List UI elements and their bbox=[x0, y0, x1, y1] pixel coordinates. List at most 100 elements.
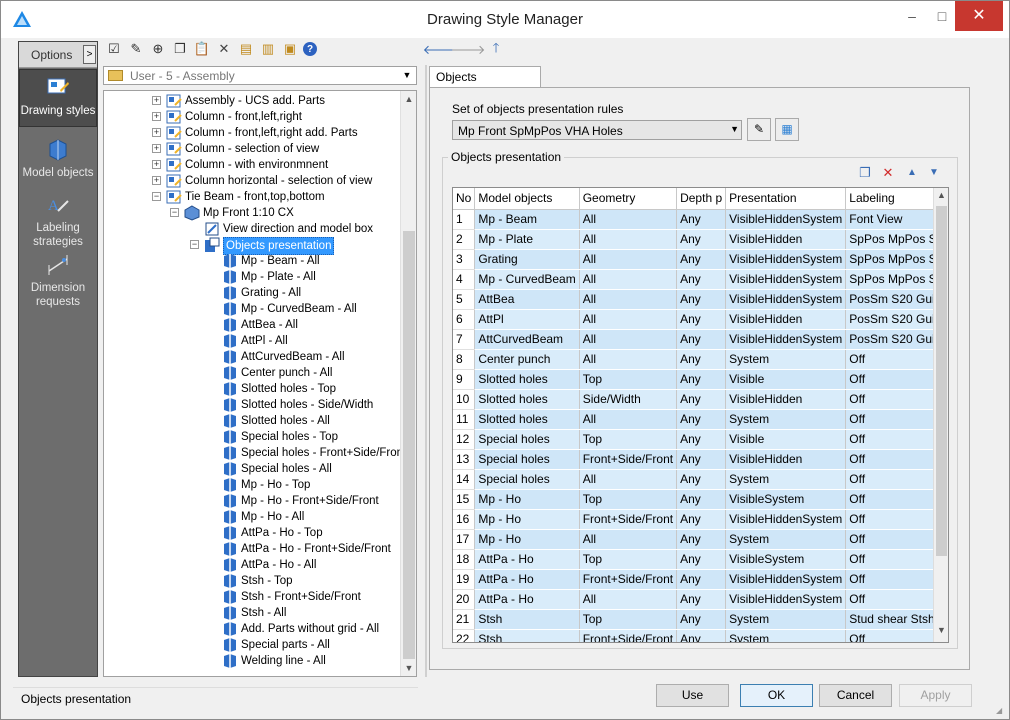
cell-geometry[interactable]: Side/Width bbox=[579, 389, 678, 410]
cell-geometry[interactable]: Front+Side/Front bbox=[579, 629, 678, 642]
tree-node[interactable]: − Tie Beam - front,top,bottom bbox=[104, 189, 400, 205]
cell-model-object[interactable]: Mp - Ho bbox=[474, 529, 580, 550]
cell-model-object[interactable]: Mp - Beam bbox=[474, 209, 580, 230]
cell-geometry[interactable]: Front+Side/Front bbox=[579, 509, 678, 530]
cell-geometry[interactable]: All bbox=[579, 209, 678, 230]
cell-presentation[interactable]: VisibleHiddenSystem bbox=[725, 329, 847, 350]
cell-geometry[interactable]: All bbox=[579, 309, 678, 330]
edit-rules-button[interactable]: ✎ bbox=[747, 118, 771, 141]
cell-no[interactable]: 14 bbox=[453, 469, 476, 490]
cell-presentation[interactable]: VisibleHiddenSystem bbox=[725, 269, 847, 290]
cell-presentation[interactable]: VisibleHidden bbox=[725, 229, 847, 250]
column-header-no[interactable]: No bbox=[453, 188, 476, 210]
cell-depth[interactable]: Any bbox=[676, 389, 727, 410]
cell-model-object[interactable]: Mp - Plate bbox=[474, 229, 580, 250]
presentation-grid[interactable]: No Model objects Geometry Depth p Presen… bbox=[452, 187, 949, 643]
cell-geometry[interactable]: Top bbox=[579, 609, 678, 630]
table-row[interactable]: 2 Mp - Plate All Any VisibleHidden SpPos MpPo… bbox=[453, 229, 948, 250]
cell-model-object[interactable]: AttPl bbox=[474, 309, 580, 330]
styles-tree[interactable]: + Assembly - UCS add. Parts + Column - fron… bbox=[103, 90, 417, 677]
cell-geometry[interactable]: All bbox=[579, 469, 678, 490]
tree-node[interactable]: Mp - Ho - Front+Side/Front bbox=[104, 493, 400, 509]
edit-icon[interactable]: ✎ bbox=[127, 40, 145, 58]
tree-node[interactable]: + Column - with environmnent bbox=[104, 157, 400, 173]
cell-depth[interactable]: Any bbox=[676, 609, 727, 630]
up-arrow-icon[interactable]: 🡑 bbox=[487, 40, 505, 59]
cell-model-object[interactable]: Special holes bbox=[474, 449, 580, 470]
table-row[interactable]: 16 Mp - Ho Front+Side/Front Any VisibleHidde… bbox=[453, 509, 948, 530]
cell-model-object[interactable]: AttPa - Ho bbox=[474, 549, 580, 570]
tree-node[interactable]: Stsh - All bbox=[104, 605, 400, 621]
tree-node[interactable]: Mp - Ho - Top bbox=[104, 477, 400, 493]
cell-depth[interactable]: Any bbox=[676, 549, 727, 570]
back-arrow-icon[interactable]: 🡐 bbox=[423, 41, 458, 59]
cell-presentation[interactable]: System bbox=[725, 469, 847, 490]
cell-geometry[interactable]: Front+Side/Front bbox=[579, 569, 678, 590]
cell-presentation[interactable]: Visible bbox=[725, 429, 847, 450]
cell-model-object[interactable]: Grating bbox=[474, 249, 580, 270]
table-row[interactable]: 4 Mp - CurvedBeam All Any VisibleHiddenSyste… bbox=[453, 269, 948, 290]
cell-no[interactable]: 21 bbox=[453, 609, 476, 630]
tab-objects-presentation[interactable]: Objects presentation bbox=[429, 66, 541, 104]
tree-node[interactable]: Add. Parts without grid - All bbox=[104, 621, 400, 637]
tree-node[interactable]: Special parts - All bbox=[104, 637, 400, 653]
cell-geometry[interactable]: All bbox=[579, 329, 678, 350]
move-up-icon[interactable]: ▲ bbox=[903, 165, 921, 181]
tree-node[interactable]: + Column horizontal - selection of view bbox=[104, 173, 400, 189]
cell-no[interactable]: 18 bbox=[453, 549, 476, 570]
cell-geometry[interactable]: Front+Side/Front bbox=[579, 449, 678, 470]
table-row[interactable]: 13 Special holes Front+Side/Front Any Visibl… bbox=[453, 449, 948, 470]
tree-node[interactable]: Slotted holes - Side/Width bbox=[104, 397, 400, 413]
cell-depth[interactable]: Any bbox=[676, 489, 727, 510]
cell-depth[interactable]: Any bbox=[676, 249, 727, 270]
column-header-depth[interactable]: Depth p bbox=[676, 188, 727, 210]
tree-node[interactable]: Stsh - Top bbox=[104, 573, 400, 589]
cell-no[interactable]: 15 bbox=[453, 489, 476, 510]
minimize-button[interactable]: – bbox=[897, 1, 927, 31]
scroll-down-icon[interactable]: ▼ bbox=[934, 625, 948, 640]
cell-depth[interactable]: Any bbox=[676, 289, 727, 310]
chevron-down-icon[interactable]: ▼ bbox=[400, 69, 414, 82]
table-row[interactable]: 15 Mp - Ho Top Any VisibleSystem Off bbox=[453, 489, 948, 510]
cell-geometry[interactable]: All bbox=[579, 409, 678, 430]
cell-depth[interactable]: Any bbox=[676, 509, 727, 530]
save-icon[interactable]: ▣ bbox=[281, 40, 299, 58]
tree-node[interactable]: − Mp Front 1:10 CX bbox=[104, 205, 400, 221]
cell-presentation[interactable]: VisibleHiddenSystem bbox=[725, 249, 847, 270]
scroll-down-icon[interactable]: ▼ bbox=[401, 660, 416, 676]
cell-presentation[interactable]: VisibleHidden bbox=[725, 449, 847, 470]
cell-no[interactable]: 13 bbox=[453, 449, 476, 470]
tree-node[interactable]: View direction and model box bbox=[104, 221, 400, 237]
tree-node[interactable]: AttCurvedBeam - All bbox=[104, 349, 400, 365]
cell-geometry[interactable]: All bbox=[579, 529, 678, 550]
cell-depth[interactable]: Any bbox=[676, 469, 727, 490]
tree-node[interactable]: Stsh - Front+Side/Front bbox=[104, 589, 400, 605]
cell-depth[interactable]: Any bbox=[676, 349, 727, 370]
cell-no[interactable]: 4 bbox=[453, 269, 476, 290]
column-header-geometry[interactable]: Geometry bbox=[579, 188, 678, 210]
cell-model-object[interactable]: Special holes bbox=[474, 469, 580, 490]
tree-node[interactable]: Mp - Plate - All bbox=[104, 269, 400, 285]
table-row[interactable]: 12 Special holes Top Any Visible Off bbox=[453, 429, 948, 450]
cell-presentation[interactable]: VisibleHiddenSystem bbox=[725, 209, 847, 230]
cell-presentation[interactable]: System bbox=[725, 529, 847, 550]
table-row[interactable]: 9 Slotted holes Top Any Visible Off bbox=[453, 369, 948, 390]
export-icon[interactable]: ▥ bbox=[259, 40, 277, 58]
cell-depth[interactable]: Any bbox=[676, 269, 727, 290]
cell-model-object[interactable]: AttCurvedBeam bbox=[474, 329, 580, 350]
tree-node[interactable]: AttPa - Ho - All bbox=[104, 557, 400, 573]
table-row[interactable]: 6 AttPl All Any VisibleHidden PosSm S20 Guid … bbox=[453, 309, 948, 330]
cell-geometry[interactable]: Top bbox=[579, 489, 678, 510]
cell-model-object[interactable]: Mp - Ho bbox=[474, 509, 580, 530]
table-row[interactable]: 20 AttPa - Ho All Any VisibleHiddenSystem Off bbox=[453, 589, 948, 610]
cell-no[interactable]: 12 bbox=[453, 429, 476, 450]
table-row[interactable]: 14 Special holes All Any System Off bbox=[453, 469, 948, 490]
cell-model-object[interactable]: Stsh bbox=[474, 609, 580, 630]
table-row[interactable]: 5 AttBea All Any VisibleHiddenSystem PosSm S2… bbox=[453, 289, 948, 310]
tree-node[interactable]: Grating - All bbox=[104, 285, 400, 301]
cell-presentation[interactable]: VisibleHiddenSystem bbox=[725, 509, 847, 530]
tree-node[interactable]: + Assembly - UCS add. Parts bbox=[104, 93, 400, 109]
table-row[interactable]: 22 Stsh Front+Side/Front Any System Off bbox=[453, 629, 948, 642]
copy-icon[interactable]: ❐ bbox=[171, 40, 189, 58]
cell-no[interactable]: 10 bbox=[453, 389, 476, 410]
